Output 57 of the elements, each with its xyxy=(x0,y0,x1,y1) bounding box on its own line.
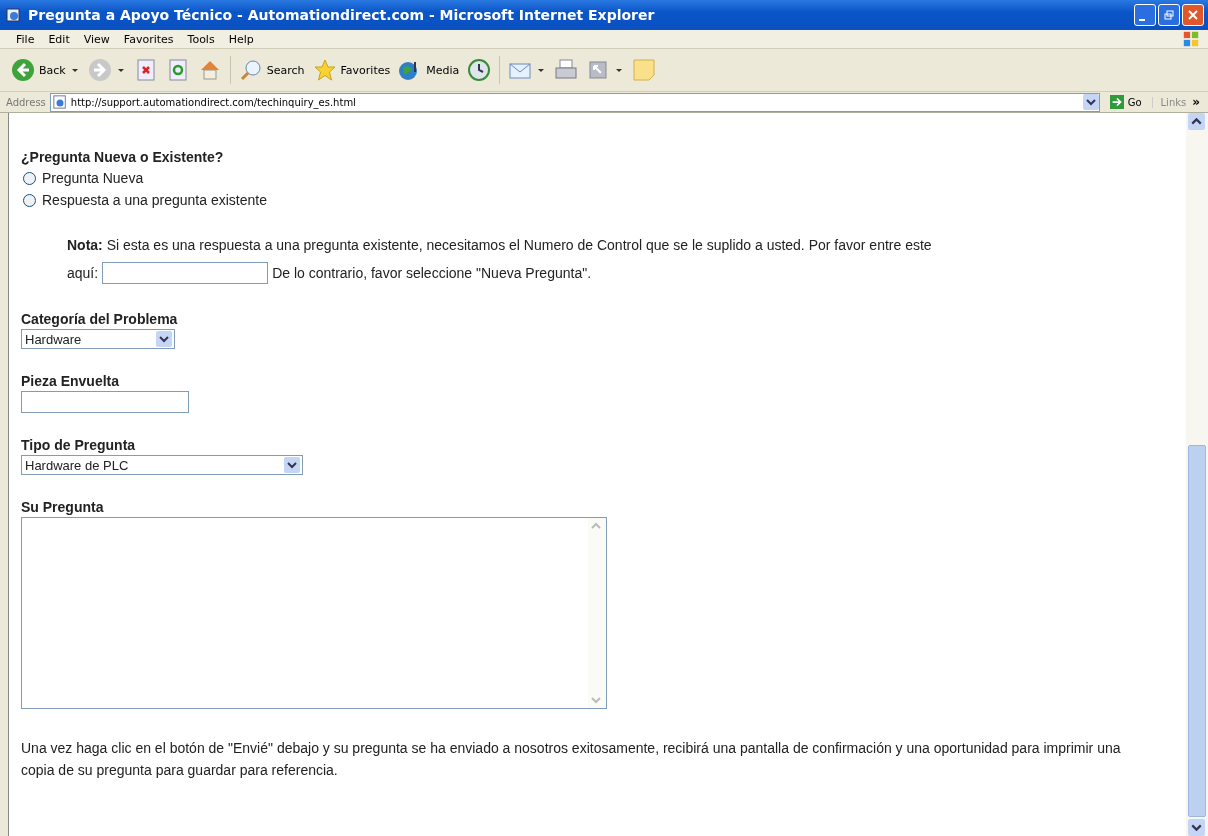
address-field[interactable]: http://support.automationdirect.com/techinquiry_es.html xyxy=(49,92,1100,112)
go-arrow-icon xyxy=(1109,95,1124,109)
restore-button[interactable] xyxy=(1158,4,1180,26)
browser-icon xyxy=(6,7,22,23)
favorites-button[interactable]: Favorites xyxy=(309,56,394,84)
note-text: Nota: Si esta es una respuesta a una pregunta existente, necesitamos el Numero de Control que se le suplido a usted. Por favor entre este xyxy=(67,237,932,253)
dropdown-icon xyxy=(156,331,172,347)
dropdown-icon[interactable] xyxy=(1082,94,1099,110)
dropdown-caret-icon[interactable] xyxy=(615,66,624,74)
dropdown-icon xyxy=(284,457,300,473)
page-icon xyxy=(52,95,67,109)
part-field[interactable] xyxy=(21,391,189,413)
menu-item[interactable]: File xyxy=(10,32,41,46)
more-chevron[interactable]: » xyxy=(1190,95,1202,109)
search-icon xyxy=(238,58,263,82)
clock-icon xyxy=(467,58,492,82)
radio-button[interactable] xyxy=(23,171,36,185)
go-button[interactable]: Go xyxy=(1103,95,1148,109)
note-text: De lo contrario, favor seleccione "Nueva Pregunta". xyxy=(272,264,592,283)
instruction-text: Una vez haga clic en el botón de "Envié" debajo y su pregunta se ha enviado a nosotros exitosamente, recibirá una pantalla de confirmación y una oportunidad para imprimir una copia de su pregunta para guardar para referencia. xyxy=(21,739,1122,780)
sticky-note-icon xyxy=(632,58,657,82)
menu-item[interactable]: Tools xyxy=(181,32,221,46)
printer-icon xyxy=(554,58,579,82)
dropdown-caret-icon[interactable] xyxy=(116,66,125,74)
dropdown-caret-icon[interactable] xyxy=(70,66,79,74)
media-button[interactable]: Media xyxy=(395,56,463,84)
control-number-field[interactable] xyxy=(102,262,269,284)
radio-button[interactable] xyxy=(23,193,36,207)
search-button[interactable]: Search xyxy=(235,56,308,84)
scroll-down-icon[interactable] xyxy=(1188,819,1205,836)
menu-item[interactable]: Favorites xyxy=(117,32,180,46)
windows-logo-icon xyxy=(1182,30,1200,48)
field-label: Pieza Envuelta xyxy=(21,373,121,389)
vertical-scrollbar[interactable] xyxy=(1186,113,1208,836)
radio-label: Respuesta a una pregunta existente xyxy=(42,192,267,208)
back-button[interactable]: Back xyxy=(8,56,69,84)
section-heading: ¿Pregunta Nueva o Existente? xyxy=(21,149,225,165)
field-label: Su Pregunta xyxy=(21,499,105,515)
menu-item[interactable]: Help xyxy=(222,32,260,46)
scroll-up-icon[interactable] xyxy=(1188,113,1205,130)
star-icon xyxy=(312,58,337,82)
minimize-icon xyxy=(1139,19,1145,21)
close-icon xyxy=(1188,10,1198,20)
field-label: Tipo de Pregunta xyxy=(21,437,137,453)
menu-item[interactable]: View xyxy=(77,32,116,46)
restore-icon xyxy=(1164,10,1174,20)
radio-label: Pregunta Nueva xyxy=(42,170,144,186)
menu-item[interactable]: Edit xyxy=(42,32,76,46)
close-button[interactable] xyxy=(1182,4,1204,26)
field-label: Categoría del Problema xyxy=(21,311,179,327)
category-select[interactable]: Hardware xyxy=(21,329,175,349)
minimize-button[interactable] xyxy=(1134,4,1156,26)
window-title: Pregunta a Apoyo Técnico - Automationdirect.com - Microsoft Internet Explorer xyxy=(28,7,656,23)
question-type-select[interactable]: Hardware de PLC xyxy=(21,455,303,475)
address-label: Address xyxy=(6,96,46,108)
dropdown-caret-icon[interactable] xyxy=(537,66,546,74)
note-text: aquí: xyxy=(67,264,99,283)
